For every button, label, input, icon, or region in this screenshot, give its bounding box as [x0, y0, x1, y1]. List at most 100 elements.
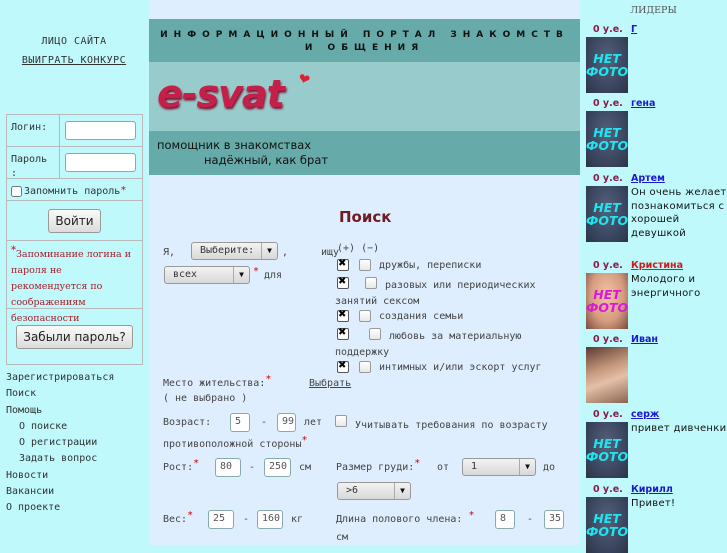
site-face-title: ЛИЦО САЙТА [41, 36, 107, 47]
breast-from-select[interactable]: 1 ▼ [462, 458, 536, 476]
weight-label: Вес:* [163, 510, 193, 525]
height-unit: см [299, 462, 312, 473]
leader-name-link[interactable]: Кристина [631, 260, 683, 271]
no-photo-avatar[interactable]: НЕТ ФОТО [586, 37, 628, 93]
i-label: Я, [163, 247, 176, 258]
leader-price: 0 у.е. [593, 24, 623, 35]
leader-name-link[interactable]: Артем [631, 173, 665, 184]
height-to-input[interactable]: 250 [264, 458, 291, 477]
length-dash: - [527, 514, 534, 525]
no-photo-avatar[interactable]: НЕТ ФОТО [586, 186, 628, 242]
tagline-line-2: надёжный, как брат [204, 153, 329, 167]
goal-1-label: дружбы, переписки [379, 260, 482, 271]
password-input[interactable] [65, 153, 136, 172]
nav-search[interactable]: Поиск [6, 386, 148, 402]
leader-name-link[interactable]: Кирилл [631, 484, 673, 495]
required-star: * [414, 458, 421, 469]
chevron-down-icon: ▼ [233, 267, 249, 283]
goal-5-label: интимных и/или эскорт услуг [379, 362, 542, 373]
goal-1-minus-checkbox[interactable] [359, 259, 371, 271]
leader-price: 0 у.е. [593, 334, 623, 345]
plus-minus-header: (+) (−) [337, 243, 380, 254]
weight-from-input[interactable]: 25 [208, 510, 234, 529]
leader-description: Молодого и энергичного [631, 274, 701, 299]
breast-to-value: >6 [346, 485, 359, 496]
submit-row: Войти [7, 201, 142, 241]
comma: , [282, 247, 289, 258]
weight-dash: - [243, 514, 250, 525]
goal-3-plus-checkbox[interactable] [337, 309, 349, 322]
leader-description: привет дивченки [631, 423, 727, 434]
user-photo[interactable] [586, 347, 628, 403]
nav-help[interactable]: Помощь [6, 403, 148, 419]
goal-5-plus-checkbox[interactable] [337, 360, 349, 373]
remember-password-checkbox[interactable] [11, 185, 22, 197]
left-sidebar: ЛИЦО САЙТА ВЫИГРАТЬ КОНКУРС Логин: Парол… [0, 0, 148, 545]
length-from-input[interactable]: 8 [495, 510, 515, 529]
nav-vacancies[interactable]: Вакансии [6, 484, 148, 500]
leader-price: 0 у.е. [593, 484, 623, 495]
residence-value: ( не выбрано ) [163, 393, 248, 404]
nav-register[interactable]: Зарегистрироваться [6, 370, 148, 386]
weight-unit: кг [291, 514, 304, 525]
main-content: ИНФОРМАЦИОННЫЙ ПОРТАЛ ЗНАКОМСТВ И ОБЩЕНИ… [149, 0, 580, 545]
target-select[interactable]: всех ▼ [164, 266, 250, 284]
no-photo-label: НЕТ ФОТО [586, 436, 628, 464]
breast-to-select[interactable]: >6 ▼ [337, 482, 411, 500]
no-photo-avatar[interactable]: НЕТ ФОТО [586, 111, 628, 167]
forgot-password-button[interactable]: Забыли пароль? [16, 324, 133, 349]
no-photo-label: НЕТ ФОТО [586, 125, 628, 153]
remember-warning: *Запоминание логина и пароля не рекоменд… [7, 241, 142, 324]
weight-to-input[interactable]: 160 [257, 510, 283, 529]
required-star: * [301, 435, 308, 446]
logo-band: e-svat ❤ [149, 62, 580, 131]
leader-price: 0 у.е. [593, 98, 623, 109]
nav-about-project[interactable]: О проекте [6, 500, 148, 516]
goal-2-label: разовых или периодических занятий сексом [335, 280, 536, 307]
chevron-down-icon: ▼ [394, 483, 410, 499]
nav-about-search[interactable]: О поиске [6, 419, 148, 435]
leader-description: Привет! [631, 498, 676, 509]
age-consider-text: Учитывать требования по возрасту противо… [163, 420, 548, 450]
goal-5-minus-checkbox[interactable] [359, 361, 371, 373]
height-label: Рост:* [163, 458, 199, 473]
password-label: Пароль : [7, 147, 60, 179]
nav-ask-question[interactable]: Задать вопрос [6, 451, 148, 467]
leader-name-link[interactable]: Г [631, 24, 637, 35]
leader-name-link[interactable]: Иван [631, 334, 658, 345]
login-button[interactable]: Войти [48, 208, 101, 233]
goal-3-minus-checkbox[interactable] [359, 310, 371, 322]
leaders-sidebar: ЛИДЕРЫ 0 у.е. Г НЕТ ФОТО 0 у.е. гена НЕТ… [580, 0, 727, 553]
gender-select-value: Выберите: [200, 245, 255, 256]
nav-about-registration[interactable]: О регистрации [6, 435, 148, 451]
breast-label-text: Размер груди: [336, 462, 415, 473]
required-star: * [265, 374, 272, 385]
no-photo-avatar[interactable]: НЕТ ФОТО [586, 273, 628, 329]
height-dash: - [249, 462, 256, 473]
required-star: * [193, 458, 200, 469]
length-to-input[interactable]: 35 [544, 510, 564, 529]
age-consider-label: Учитывать требования по возрасту противо… [163, 416, 573, 454]
win-contest-link[interactable]: ВЫИГРАТЬ КОНКУРС [0, 55, 148, 66]
goal-4-label: любовь за материальную поддержку [335, 331, 522, 358]
chevron-down-icon: ▼ [519, 459, 535, 475]
hearts-icon: ❤ [296, 66, 313, 91]
tagline-line-1: помощник в знакомствах [157, 138, 312, 152]
nav-news[interactable]: Новости [6, 468, 148, 484]
password-row: Пароль : [7, 147, 142, 179]
height-from-input[interactable]: 80 [215, 458, 241, 477]
no-photo-avatar[interactable]: НЕТ ФОТО [586, 422, 628, 478]
leader-name-link[interactable]: серж [631, 409, 659, 420]
leader-name-link[interactable]: гена [631, 98, 655, 109]
choose-residence-link[interactable]: Выбрать [309, 378, 351, 389]
gender-select[interactable]: Выберите: ▼ [191, 242, 278, 260]
goal-1-plus-checkbox[interactable] [337, 258, 349, 271]
length-unit: см [336, 532, 349, 543]
leader-description: Он очень желает познакомиться с хорошей … [631, 187, 727, 239]
required-star: * [468, 510, 475, 521]
breast-to-label: до [543, 462, 556, 473]
site-logo[interactable]: e-svat [157, 72, 285, 116]
forgot-row: Забыли пароль? [7, 309, 142, 365]
length-label: Длина полового члена: * [336, 510, 475, 525]
login-input[interactable] [65, 121, 136, 140]
